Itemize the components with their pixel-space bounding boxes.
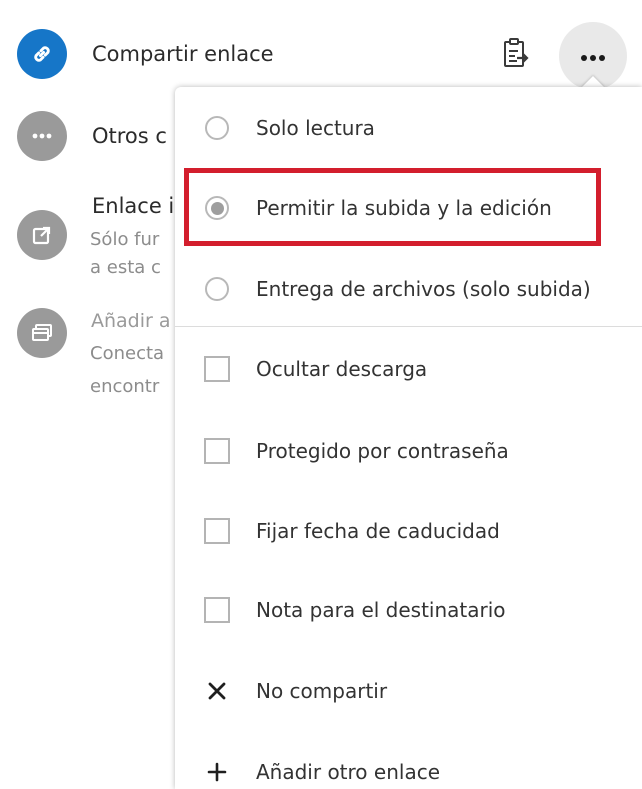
share-panel: Compartir enlace Otros c Enlace i Sólo f… [0, 0, 642, 789]
menu-item-label: Nota para el destinatario [256, 598, 506, 622]
menu-item-label: Permitir la subida y la edición [256, 196, 552, 220]
checkbox-hide-download[interactable] [203, 355, 231, 383]
menu-item-read-only[interactable]: Solo lectura [175, 96, 642, 160]
menu-item-recipient-note[interactable]: Nota para el destinatario [175, 578, 642, 642]
menu-item-add-another-link[interactable]: Añadir otro enlace [175, 740, 642, 789]
menu-item-allow-upload-edit[interactable]: Permitir la subida y la edición [175, 176, 642, 240]
ellipsis-icon [580, 47, 606, 66]
plus-icon [203, 758, 231, 786]
internal-link-desc-2: a esta c [90, 257, 161, 278]
menu-item-label: Ocultar descarga [256, 357, 428, 381]
menu-item-hide-download[interactable]: Ocultar descarga [175, 337, 642, 401]
add-to-avatar [17, 308, 67, 358]
checkbox-expiration-date[interactable] [203, 517, 231, 545]
menu-item-label: Fijar fecha de caducidad [256, 519, 500, 543]
checkbox-password-protect[interactable] [203, 437, 231, 465]
radio-read-only[interactable] [203, 114, 231, 142]
menu-item-label: Protegido por contraseña [256, 439, 509, 463]
add-to-desc-2: encontr [90, 376, 160, 397]
internal-link-avatar [17, 210, 67, 260]
copy-link-button[interactable] [498, 36, 534, 74]
menu-item-label: Solo lectura [256, 116, 375, 140]
internal-link-desc-1: Sólo fur [90, 229, 160, 250]
link-share-title: Compartir enlace [92, 42, 274, 66]
menu-divider [175, 326, 642, 327]
radio-allow-upload-edit[interactable] [203, 194, 231, 222]
link-share-avatar [17, 29, 67, 79]
share-options-menu: Solo lectura Permitir la subida y la edi… [175, 87, 642, 789]
menu-item-unshare[interactable]: No compartir [175, 659, 642, 723]
external-link-icon [32, 225, 52, 245]
other-methods-avatar [17, 111, 67, 161]
menu-item-file-drop[interactable]: Entrega de archivos (solo subida) [175, 257, 642, 321]
add-to-desc-1: Conecta [90, 343, 165, 364]
link-icon [29, 41, 55, 67]
menu-item-label: Añadir otro enlace [256, 760, 440, 784]
close-icon [203, 677, 231, 705]
add-to-title: Añadir a [91, 310, 171, 332]
menu-item-label: Entrega de archivos (solo subida) [256, 277, 591, 301]
radio-file-drop[interactable] [203, 275, 231, 303]
window-icon [31, 323, 53, 343]
other-methods-title: Otros c [92, 124, 167, 148]
internal-link-title: Enlace i [92, 194, 175, 218]
menu-item-password-protect[interactable]: Protegido por contraseña [175, 419, 642, 483]
menu-item-expiration-date[interactable]: Fijar fecha de caducidad [175, 499, 642, 563]
clipboard-icon [502, 37, 530, 73]
checkbox-recipient-note[interactable] [203, 596, 231, 624]
menu-item-label: No compartir [256, 679, 388, 703]
ellipsis-icon [32, 133, 52, 139]
